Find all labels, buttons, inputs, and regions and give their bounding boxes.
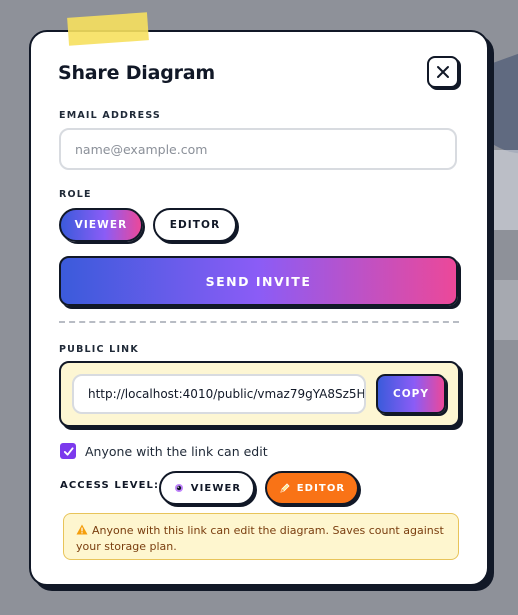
- close-button[interactable]: [427, 56, 459, 88]
- copy-button[interactable]: COPY: [376, 374, 446, 414]
- pencil-icon: [280, 483, 290, 493]
- access-viewer-button[interactable]: VIEWER: [159, 471, 255, 505]
- edit-permission-label: Anyone with the link can edit: [85, 443, 268, 459]
- edit-permission-row: Anyone with the link can edit: [60, 442, 268, 460]
- role-viewer-button[interactable]: VIEWER: [59, 208, 143, 242]
- role-editor-label: EDITOR: [169, 219, 221, 231]
- public-link-url: http://localhost:4010/public/vmaz79gYA8S…: [88, 387, 366, 401]
- public-link-box: http://localhost:4010/public/vmaz79gYA8S…: [59, 361, 460, 427]
- check-icon: [63, 446, 74, 456]
- role-viewer-label: VIEWER: [74, 219, 128, 231]
- edit-permission-checkbox[interactable]: [60, 443, 76, 459]
- send-invite-label: SEND INVITE: [205, 273, 312, 289]
- access-editor-button[interactable]: EDITOR: [265, 471, 359, 505]
- warning-text: Anyone with this link can edit the diagr…: [76, 524, 444, 553]
- section-divider: [59, 321, 459, 323]
- public-link-label: PUBLIC LINK: [59, 344, 139, 355]
- role-label: ROLE: [59, 189, 92, 200]
- access-viewer-label: VIEWER: [190, 482, 242, 494]
- access-level-label: ACCESS LEVEL:: [60, 480, 160, 491]
- role-editor-button[interactable]: EDITOR: [153, 208, 237, 242]
- warning-icon: [76, 524, 88, 535]
- public-link-field[interactable]: http://localhost:4010/public/vmaz79gYA8S…: [72, 374, 366, 414]
- access-editor-label: EDITOR: [296, 482, 346, 494]
- decorative-tape: [67, 12, 149, 46]
- share-dialog: Share Diagram EMAIL ADDRESS ROLE VIEWER …: [29, 30, 489, 586]
- background-shape: [488, 280, 518, 340]
- eye-icon: [174, 484, 183, 492]
- close-icon: [437, 66, 449, 78]
- email-input[interactable]: [59, 128, 457, 170]
- email-label: EMAIL ADDRESS: [59, 110, 161, 121]
- background-shape: [488, 150, 518, 230]
- edit-warning-banner: Anyone with this link can edit the diagr…: [63, 513, 459, 560]
- copy-label: COPY: [393, 388, 429, 400]
- dialog-title: Share Diagram: [58, 62, 215, 84]
- send-invite-button[interactable]: SEND INVITE: [59, 256, 458, 306]
